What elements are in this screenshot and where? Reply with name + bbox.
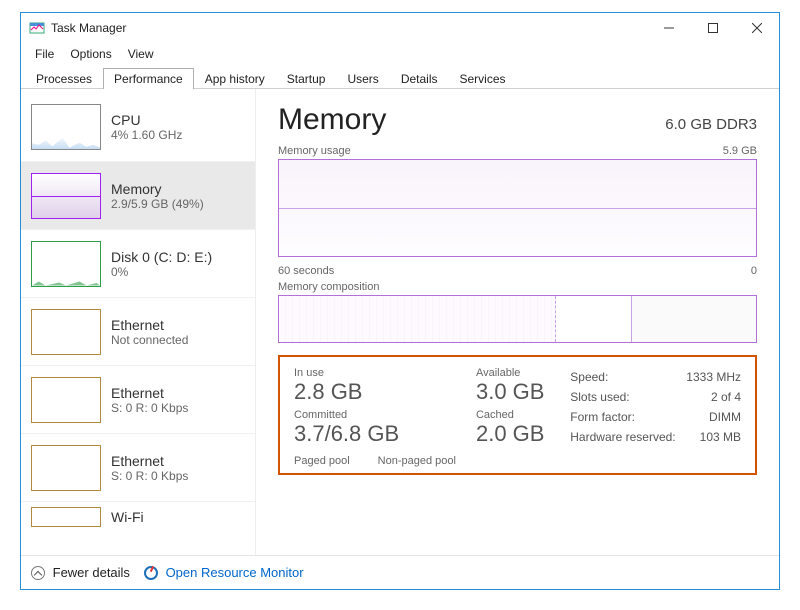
- disk-thumbnail-icon: [31, 241, 101, 287]
- stat-available: Available 3.0 GB: [476, 367, 544, 405]
- tab-details[interactable]: Details: [390, 68, 449, 89]
- sidebar-item-sub: S: 0 R: 0 Kbps: [111, 469, 188, 483]
- ethernet-thumbnail-icon: [31, 309, 101, 355]
- stat-nonpaged-pool: Non-paged pool: [378, 455, 456, 467]
- usage-label: Memory usage: [278, 145, 351, 157]
- sidebar-item-sub: 4% 1.60 GHz: [111, 128, 182, 142]
- usage-graph: [278, 159, 757, 257]
- open-resource-monitor-link[interactable]: Open Resource Monitor: [144, 565, 304, 581]
- usage-graph-axis: 60 seconds 0: [278, 265, 757, 277]
- sidebar-item-disk[interactable]: Disk 0 (C: D: E:) 0%: [21, 229, 255, 297]
- tab-processes[interactable]: Processes: [25, 68, 103, 89]
- app-icon: [29, 20, 45, 36]
- fewer-details-button[interactable]: Fewer details: [31, 565, 130, 581]
- menubar: File Options View: [21, 43, 779, 65]
- cpu-thumbnail-icon: [31, 104, 101, 150]
- resource-monitor-icon: [144, 566, 158, 580]
- axis-left: 60 seconds: [278, 265, 334, 277]
- axis-right: 0: [751, 265, 757, 277]
- stats-box: In use 2.8 GB Committed 3.7/6.8 GB Paged…: [278, 355, 757, 475]
- stat-hw-reserved: Hardware reserved:103 MB: [570, 427, 741, 447]
- memory-thumbnail-icon: [31, 173, 101, 219]
- tab-startup[interactable]: Startup: [276, 68, 337, 89]
- body: CPU 4% 1.60 GHz Memory 2.9/5.9 GB (49%) …: [21, 89, 779, 555]
- chevron-up-icon: [31, 566, 45, 580]
- sidebar-item-sub: Not connected: [111, 333, 188, 347]
- tab-services[interactable]: Services: [449, 68, 517, 89]
- sidebar-item-sub: 2.9/5.9 GB (49%): [111, 197, 204, 211]
- sidebar-item-label: Ethernet: [111, 385, 188, 401]
- tab-bar: Processes Performance App history Startu…: [21, 65, 779, 89]
- minimize-button[interactable]: [647, 13, 691, 43]
- stat-slots: Slots used:2 of 4: [570, 387, 741, 407]
- stat-committed: Committed 3.7/6.8 GB: [294, 409, 456, 447]
- pane-header: Memory 6.0 GB DDR3: [278, 103, 757, 137]
- sidebar-item-ethernet-2[interactable]: Ethernet S: 0 R: 0 Kbps: [21, 365, 255, 433]
- composition-graph: [278, 295, 757, 343]
- composition-free-segment: [632, 296, 756, 342]
- tab-users[interactable]: Users: [336, 68, 389, 89]
- sidebar-item-label: Ethernet: [111, 453, 188, 469]
- sidebar-item-label: Memory: [111, 181, 204, 197]
- stat-in-use: In use 2.8 GB: [294, 367, 456, 405]
- tab-performance[interactable]: Performance: [103, 68, 194, 89]
- task-manager-window: { "title": "Task Manager", "menu": { "fi…: [20, 12, 780, 590]
- detail-pane: Memory 6.0 GB DDR3 Memory usage 5.9 GB 6…: [256, 89, 779, 555]
- composition-inuse-segment: [279, 296, 556, 342]
- sidebar-item-ethernet-1[interactable]: Ethernet Not connected: [21, 297, 255, 365]
- sidebar-item-label: Disk 0 (C: D: E:): [111, 249, 212, 265]
- titlebar: Task Manager: [21, 13, 779, 43]
- stats-right-column: Speed:1333 MHz Slots used:2 of 4 Form fa…: [570, 367, 741, 467]
- sidebar-item-memory[interactable]: Memory 2.9/5.9 GB (49%): [21, 161, 255, 229]
- memory-capacity: 6.0 GB DDR3: [665, 116, 757, 133]
- sidebar-item-cpu[interactable]: CPU 4% 1.60 GHz: [21, 93, 255, 161]
- sidebar-item-sub: S: 0 R: 0 Kbps: [111, 401, 188, 415]
- close-button[interactable]: [735, 13, 779, 43]
- tab-app-history[interactable]: App history: [194, 68, 276, 89]
- menu-view[interactable]: View: [120, 45, 162, 63]
- composition-label: Memory composition: [278, 281, 379, 293]
- window-title: Task Manager: [51, 21, 647, 35]
- stat-cached: Cached 2.0 GB: [476, 409, 544, 447]
- composition-label-row: Memory composition: [278, 281, 757, 293]
- sidebar-item-wifi[interactable]: Wi-Fi: [21, 501, 255, 531]
- wifi-thumbnail-icon: [31, 507, 101, 527]
- sidebar-item-ethernet-3[interactable]: Ethernet S: 0 R: 0 Kbps: [21, 433, 255, 501]
- sidebar-item-sub: 0%: [111, 265, 212, 279]
- maximize-button[interactable]: [691, 13, 735, 43]
- sidebar: CPU 4% 1.60 GHz Memory 2.9/5.9 GB (49%) …: [21, 89, 256, 555]
- sidebar-item-label: Ethernet: [111, 317, 188, 333]
- usage-max: 5.9 GB: [723, 145, 757, 157]
- stat-form-factor: Form factor:DIMM: [570, 407, 741, 427]
- stat-speed: Speed:1333 MHz: [570, 367, 741, 387]
- ethernet-thumbnail-icon: [31, 445, 101, 491]
- footer: Fewer details Open Resource Monitor: [21, 555, 779, 589]
- stat-paged-pool: Paged pool: [294, 455, 350, 467]
- composition-modified-segment: [556, 296, 632, 342]
- menu-file[interactable]: File: [27, 45, 62, 63]
- pane-title: Memory: [278, 103, 386, 137]
- usage-graph-label: Memory usage 5.9 GB: [278, 145, 757, 157]
- menu-options[interactable]: Options: [62, 45, 119, 63]
- sidebar-item-label: Wi-Fi: [111, 509, 144, 525]
- ethernet-thumbnail-icon: [31, 377, 101, 423]
- sidebar-item-label: CPU: [111, 112, 182, 128]
